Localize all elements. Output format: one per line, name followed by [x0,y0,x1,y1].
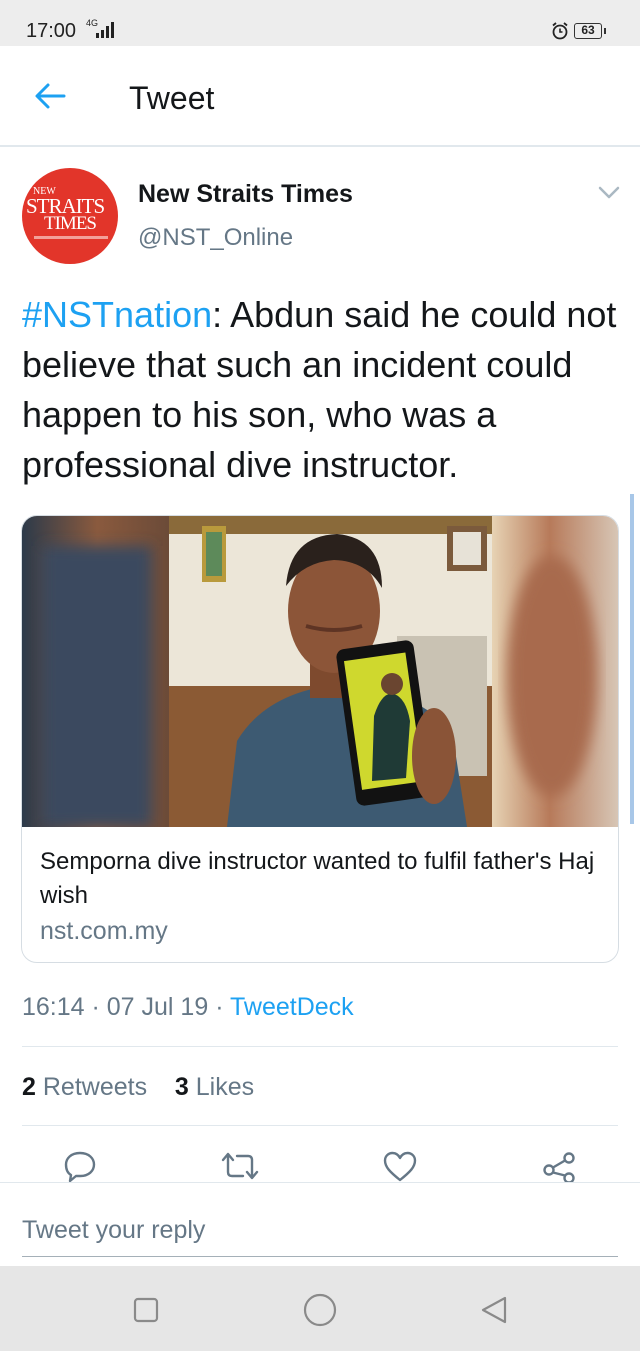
share-icon[interactable] [541,1150,577,1182]
retweet-icon[interactable] [220,1150,260,1182]
battery-icon: 63 [574,23,606,39]
card-title: Semporna dive instructor wanted to fulfi… [40,848,595,909]
card-domain: nst.com.my [40,917,168,945]
recents-icon[interactable] [133,1297,159,1323]
status-time: 17:00 [26,20,77,42]
home-icon[interactable] [303,1293,337,1327]
author-handle[interactable]: @NST_Online [138,224,293,252]
back-nav-icon[interactable] [479,1295,509,1325]
top-app-bar: Tweet [0,46,640,147]
page-title: Tweet [129,80,215,116]
card-image [22,516,618,827]
avatar-logo-line-3: TIMES [44,213,97,234]
avatar[interactable]: NEW STRAITS TIMES [22,168,118,264]
avatar-logo-rule [34,236,108,239]
signal-icon [96,22,114,38]
retweets-stat[interactable]: 2 Retweets [22,1073,147,1101]
system-nav-bar [0,1266,640,1351]
reply-icon[interactable] [63,1150,97,1182]
status-bar: 17:00 4G 63 [0,0,640,46]
divider [22,1125,618,1126]
likes-label: Likes [195,1073,255,1101]
chevron-down-icon[interactable] [598,186,620,200]
retweets-count: 2 [22,1073,36,1101]
tweet-timestamp: 16:14 · 07 Jul 19 · [22,993,231,1021]
link-card[interactable]: Semporna dive instructor wanted to fulfi… [21,515,619,963]
reply-input[interactable] [22,1204,618,1257]
likes-stat[interactable]: 3 Likes [175,1073,254,1101]
hashtag-link[interactable]: #NSTnation [22,294,212,335]
likes-count: 3 [174,1073,189,1101]
tweet-source-link[interactable]: TweetDeck [230,993,354,1021]
scroll-indicator[interactable] [630,494,634,824]
tweet-meta: 16:14 · 07 Jul 19 · TweetDeck [22,993,354,1022]
alarm-icon [552,22,568,40]
like-icon[interactable] [382,1150,418,1182]
arrow-left-icon[interactable] [34,82,66,110]
tweet-text: #NSTnation: Abdun said he could not beli… [22,290,622,490]
author-name[interactable]: New Straits Times [138,180,353,209]
tweet-stats: 2 Retweets 3 Likes [22,1073,254,1102]
divider [22,1046,618,1047]
retweets-label: Retweets [42,1073,148,1101]
